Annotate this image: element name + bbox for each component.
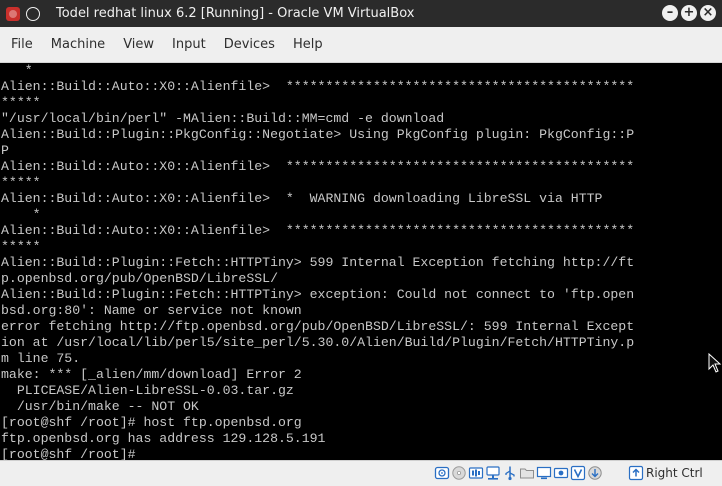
window-menu-icon[interactable] — [26, 6, 40, 21]
display-icon[interactable] — [536, 465, 552, 481]
host-key-indicator: Right Ctrl — [628, 465, 703, 481]
network-icon[interactable] — [485, 465, 501, 481]
host-key-arrow-icon — [628, 465, 644, 481]
menu-file[interactable]: File — [0, 37, 42, 52]
menu-machine[interactable]: Machine — [42, 37, 114, 52]
menu-bar: File Machine View Input Devices Help — [0, 27, 722, 63]
optical-drive-icon[interactable] — [451, 465, 467, 481]
menu-help[interactable]: Help — [284, 37, 332, 52]
host-key-label: Right Ctrl — [646, 466, 703, 480]
virtualization-icon[interactable] — [570, 465, 586, 481]
menu-view[interactable]: View — [114, 37, 163, 52]
status-indicators — [434, 465, 603, 481]
status-bar: Right Ctrl — [0, 460, 722, 486]
close-icon[interactable]: × — [700, 5, 716, 21]
menu-devices[interactable]: Devices — [215, 37, 284, 52]
window-title: Todel redhat linux 6.2 [Running] - Oracl… — [56, 6, 415, 21]
menu-input[interactable]: Input — [163, 37, 215, 52]
maximize-icon[interactable]: + — [681, 5, 697, 21]
shared-folders-icon[interactable] — [519, 465, 535, 481]
minimize-icon[interactable]: – — [662, 5, 678, 21]
console-output: * Alien::Build::Auto::X0::Alienfile> ***… — [1, 63, 635, 460]
usb-icon[interactable] — [502, 465, 518, 481]
title-bar: Todel redhat linux 6.2 [Running] - Oracl… — [0, 0, 722, 27]
hard-disk-icon[interactable] — [434, 465, 450, 481]
virtualbox-logo-icon — [6, 6, 20, 21]
mouse-pointer-icon — [708, 353, 722, 373]
vm-console-screen[interactable]: * Alien::Build::Auto::X0::Alienfile> ***… — [0, 63, 722, 460]
video-capture-icon[interactable] — [553, 465, 569, 481]
mouse-integration-icon[interactable] — [587, 465, 603, 481]
audio-icon[interactable] — [468, 465, 484, 481]
window-controls: – + × — [662, 5, 716, 21]
